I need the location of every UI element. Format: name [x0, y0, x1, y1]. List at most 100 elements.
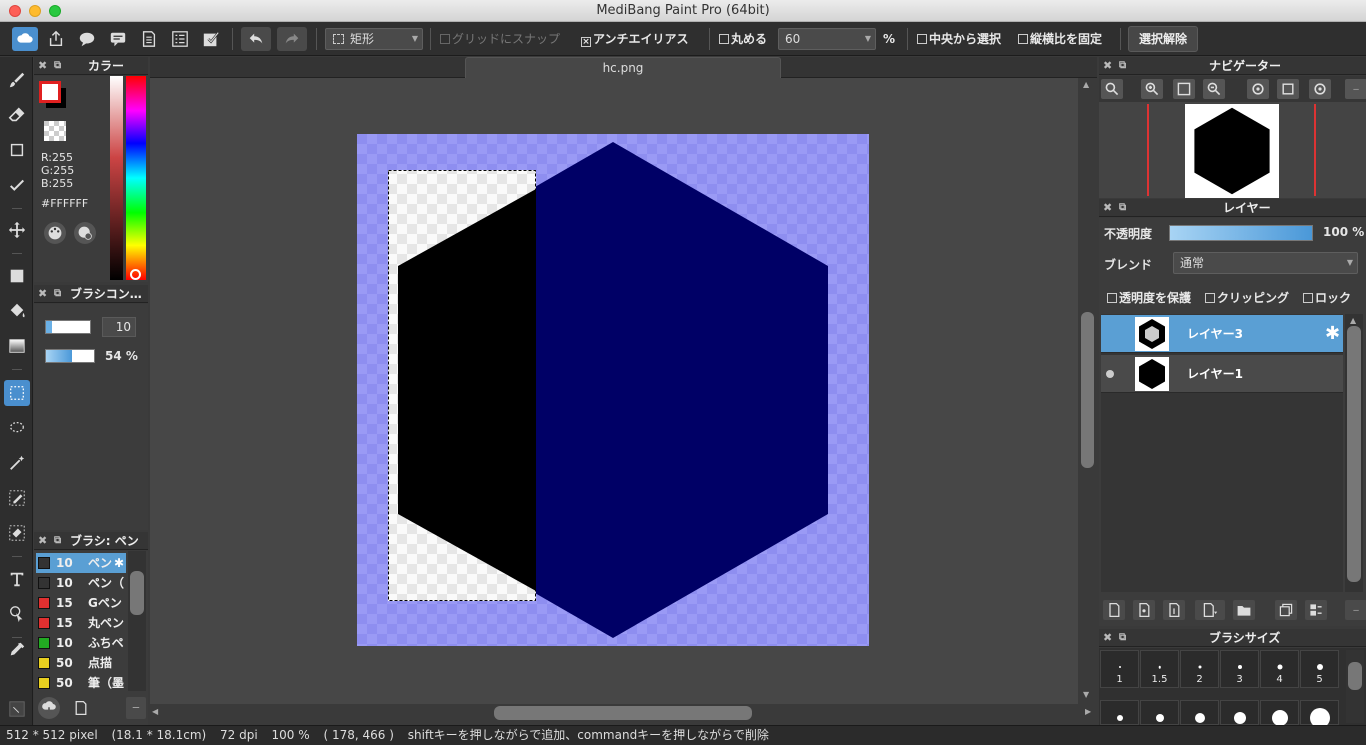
fill-rect-tool[interactable] — [4, 263, 30, 289]
bucket-tool[interactable] — [4, 298, 30, 324]
new-layer-button[interactable] — [1103, 600, 1125, 620]
gear-icon[interactable]: ✱ — [1325, 323, 1340, 344]
transparent-color-swatch[interactable] — [44, 121, 66, 141]
layer-menu-button[interactable]: ‒ — [1345, 600, 1366, 620]
foreground-color-swatch[interactable] — [39, 81, 61, 103]
layer-row[interactable]: レイヤー3 ✱ — [1101, 315, 1343, 353]
brush-size-cell[interactable] — [1260, 700, 1299, 726]
brush-size-cell[interactable]: 3 — [1220, 650, 1259, 688]
eyedropper-tool[interactable] — [4, 637, 30, 663]
brush-size-cell[interactable]: 5 — [1300, 650, 1339, 688]
rotate-left-button[interactable] — [1247, 79, 1269, 99]
select-pen-tool[interactable] — [4, 485, 30, 511]
scrollbar-thumb[interactable] — [1081, 312, 1094, 468]
fix-ratio-checkbox[interactable]: 縦横比を固定 — [1018, 30, 1102, 48]
close-icon[interactable]: ✖ — [38, 285, 47, 303]
close-icon[interactable]: ✖ — [1103, 199, 1112, 217]
cloud-button[interactable] — [12, 27, 38, 51]
brush-list-item[interactable]: 15 Gペン — [36, 593, 126, 613]
brush-tool[interactable] — [4, 67, 30, 93]
rect-tool[interactable] — [4, 137, 30, 163]
brush-size-cell[interactable]: 1 — [1100, 650, 1139, 688]
popout-icon[interactable]: ⧉ — [54, 57, 61, 75]
zoom-out-button[interactable] — [1203, 79, 1225, 99]
value-gradient-bar[interactable] — [110, 76, 123, 280]
popout-icon[interactable]: ⧉ — [1119, 57, 1126, 75]
palette-button[interactable] — [44, 222, 66, 244]
brush-select-tool[interactable] — [4, 172, 30, 198]
lock-checkbox[interactable]: ロック — [1303, 289, 1351, 307]
round-value-select[interactable]: 60 ▼ — [778, 28, 876, 50]
canvas-viewport[interactable] — [150, 78, 1078, 704]
new-brush-button[interactable] — [70, 697, 92, 719]
brush-size-cell[interactable]: 1.5 — [1140, 650, 1179, 688]
brush-size-cell[interactable]: 4 — [1260, 650, 1299, 688]
gear-icon[interactable]: ✱ — [112, 553, 125, 573]
shape-select[interactable]: 矩形 ▼ — [325, 28, 423, 50]
scroll-up-arrow-icon[interactable]: ▲ — [1350, 316, 1356, 325]
fit-window-button[interactable] — [1173, 79, 1195, 99]
minimize-window-button[interactable] — [29, 5, 41, 17]
popout-icon[interactable]: ⧉ — [1119, 629, 1126, 647]
document-tab[interactable]: hc.png — [465, 57, 781, 78]
protect-alpha-checkbox[interactable]: 透明度を保護 — [1107, 289, 1191, 307]
canvas-vertical-scrollbar[interactable]: ▲ ▼ — [1078, 78, 1097, 704]
checklist-button[interactable] — [198, 27, 224, 51]
clipping-checkbox[interactable]: クリッピング — [1205, 289, 1289, 307]
deselect-button[interactable]: 選択解除 — [1128, 26, 1198, 52]
brush-size-cell[interactable] — [1300, 700, 1339, 728]
zoom-fit-button[interactable] — [1101, 79, 1123, 99]
document-button[interactable] — [136, 27, 162, 51]
add-layer-menu-button[interactable] — [1195, 600, 1225, 620]
brush-size-slider[interactable] — [45, 320, 91, 334]
duplicate-layer-button[interactable] — [1275, 600, 1297, 620]
move-tool[interactable] — [4, 217, 30, 243]
layer-list-scrollbar[interactable]: ▲ — [1345, 314, 1363, 592]
brush-size-cell[interactable]: 2 — [1180, 650, 1219, 688]
navigator-preview[interactable] — [1099, 102, 1366, 198]
scrollbar-thumb[interactable] — [494, 706, 752, 720]
brush-size-cell[interactable] — [1220, 700, 1259, 725]
hand-tool[interactable] — [4, 699, 30, 719]
close-window-button[interactable] — [9, 5, 21, 17]
blend-mode-select[interactable]: 通常 ▼ — [1173, 252, 1358, 274]
comment-button[interactable] — [74, 27, 100, 51]
scrollbar-thumb[interactable] — [1347, 326, 1361, 582]
operation-tool[interactable] — [4, 601, 30, 627]
brush-size-cell[interactable] — [1100, 700, 1139, 725]
eraser-tool[interactable] — [4, 102, 30, 128]
select-eraser-tool[interactable] — [4, 520, 30, 546]
brush-list-item[interactable]: 50 点描 — [36, 653, 126, 673]
new-1bit-layer-button[interactable] — [1163, 600, 1185, 620]
popout-icon[interactable]: ⧉ — [1119, 199, 1126, 217]
popout-icon[interactable]: ⧉ — [54, 532, 61, 550]
from-center-checkbox[interactable]: 中央から選択 — [917, 30, 1001, 48]
grid-snap-checkbox[interactable]: グリッドにスナップ — [440, 30, 560, 48]
brush-size-scrollbar[interactable] — [1346, 650, 1364, 723]
popout-icon[interactable]: ⧉ — [54, 285, 61, 303]
brush-size-cell[interactable] — [1180, 700, 1219, 725]
new-halftone-layer-button[interactable] — [1133, 600, 1155, 620]
zoom-window-button[interactable] — [49, 5, 61, 17]
brush-list-item[interactable]: 10 ペン ✱ — [36, 553, 126, 573]
scroll-right-arrow-icon[interactable]: ▶ — [1085, 707, 1091, 716]
visibility-dot-icon[interactable] — [1106, 370, 1114, 378]
share-button[interactable] — [43, 27, 69, 51]
magic-wand-tool[interactable] — [4, 450, 30, 476]
text-tool[interactable] — [4, 566, 30, 592]
add-brush-button[interactable] — [38, 697, 60, 719]
close-icon[interactable]: ✖ — [38, 57, 47, 75]
close-icon[interactable]: ✖ — [1103, 57, 1112, 75]
layer-row[interactable]: レイヤー1 — [1101, 355, 1343, 393]
reset-rotation-button[interactable] — [1277, 79, 1299, 99]
gradient-tool[interactable] — [4, 333, 30, 359]
brush-list-item[interactable]: 50 筆（墨 — [36, 673, 126, 693]
brush-list-scrollbar[interactable] — [128, 551, 146, 691]
rotate-right-button[interactable] — [1309, 79, 1331, 99]
antialias-checkbox[interactable]: × アンチエイリアス — [581, 30, 689, 48]
message-button[interactable] — [105, 27, 131, 51]
hue-bar[interactable] — [126, 76, 146, 280]
layer-opacity-slider[interactable] — [1169, 225, 1313, 241]
close-icon[interactable]: ✖ — [38, 532, 47, 550]
brush-size-cell[interactable] — [1140, 700, 1179, 725]
